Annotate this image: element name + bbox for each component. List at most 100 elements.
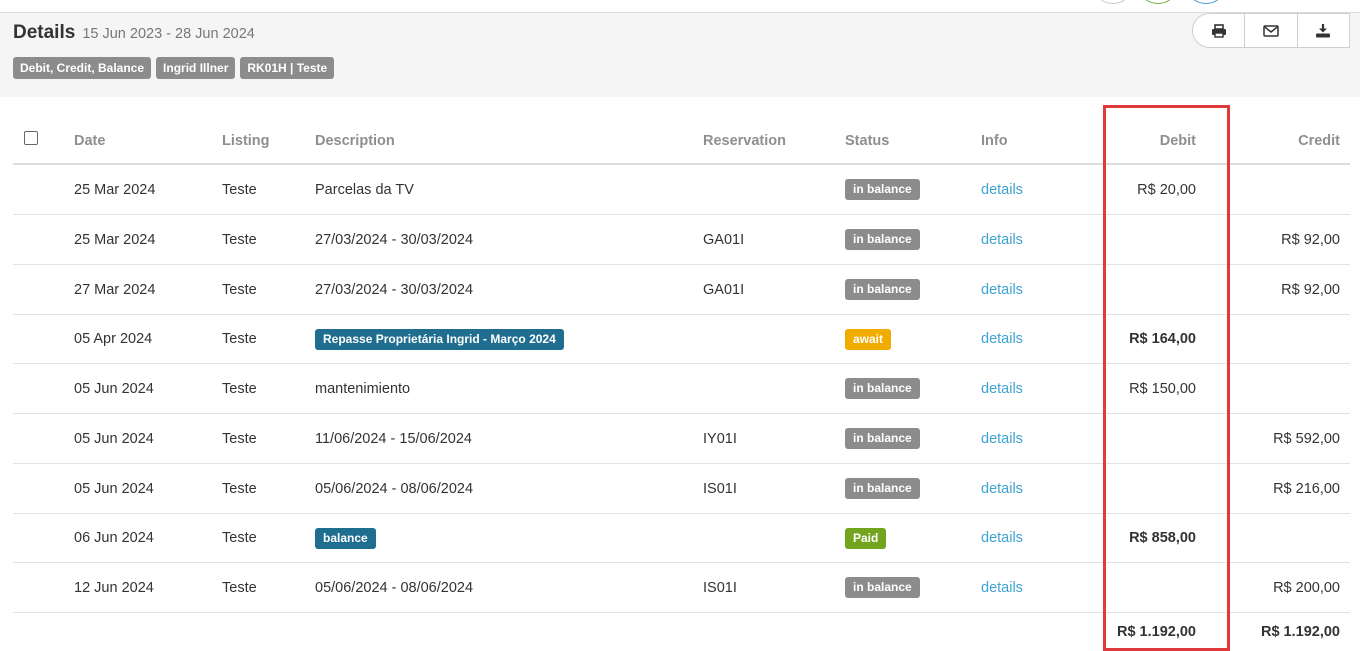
description-text: 27/03/2024 - 30/03/2024 [315, 231, 474, 248]
status-badge: in balance [845, 378, 920, 399]
row-description: balance [315, 514, 376, 562]
top-icon-3[interactable] [1189, 0, 1223, 4]
row-credit: R$ 592,00 [1273, 430, 1340, 447]
row-info: details [981, 514, 1023, 562]
filter-tag-type[interactable]: Debit, Credit, Balance [13, 57, 152, 79]
row-status: await [845, 315, 892, 363]
details-link[interactable]: details [981, 530, 1023, 546]
status-badge: in balance [845, 229, 920, 250]
column-header-credit[interactable]: Credit [1298, 133, 1340, 149]
row-listing: Teste [222, 380, 257, 397]
row-reservation: IY01I [703, 430, 737, 447]
details-link[interactable]: details [981, 282, 1023, 298]
status-badge: in balance [845, 279, 920, 300]
status-badge: in balance [845, 179, 920, 200]
print-button[interactable] [1193, 14, 1244, 47]
row-debit: R$ 150,00 [1129, 380, 1196, 397]
row-listing: Teste [222, 181, 257, 198]
download-button[interactable] [1296, 14, 1349, 47]
table-row[interactable]: 05 Jun 2024 Teste 05/06/2024 - 08/06/2024 I… [13, 464, 1350, 514]
filter-tag-listing[interactable]: RK01H | Teste [240, 57, 335, 79]
row-status: in balance [845, 215, 920, 264]
column-header-date[interactable]: Date [74, 133, 105, 149]
details-link[interactable]: details [981, 331, 1023, 347]
description-label[interactable]: Repasse Proprietária Ingrid - Março 2024 [315, 328, 564, 350]
description-text: 05/06/2024 - 08/06/2024 [315, 480, 474, 497]
table-row[interactable]: 05 Jun 2024 Teste 11/06/2024 - 15/06/2024 I… [13, 414, 1350, 464]
row-date: 27 Mar 2024 [74, 281, 156, 298]
details-link[interactable]: details [981, 232, 1023, 248]
date-range: 15 Jun 2023 - 28 Jun 2024 [82, 26, 255, 42]
description-text: Parcelas da TV [315, 181, 414, 198]
row-description: Parcelas da TV [315, 165, 414, 214]
row-status: in balance [845, 414, 920, 463]
row-listing: Teste [222, 331, 257, 347]
row-status: in balance [845, 563, 920, 612]
row-credit: R$ 92,00 [1281, 281, 1340, 298]
row-listing: Teste [222, 231, 257, 248]
row-info: details [981, 563, 1023, 612]
filter-tag-owner[interactable]: Ingrid Illner [156, 57, 236, 79]
row-date: 12 Jun 2024 [74, 579, 154, 596]
column-header-listing[interactable]: Listing [222, 133, 270, 149]
row-info: details [981, 315, 1023, 363]
row-listing: Teste [222, 530, 257, 546]
row-info: details [981, 265, 1023, 314]
row-reservation: IS01I [703, 480, 737, 497]
table-row[interactable]: 25 Mar 2024 Teste Parcelas da TV in balance… [13, 165, 1350, 215]
row-description: 05/06/2024 - 08/06/2024 [315, 563, 473, 612]
column-header-status[interactable]: Status [845, 133, 889, 149]
table-row[interactable]: 25 Mar 2024 Teste 27/03/2024 - 30/03/2024 G… [13, 215, 1350, 265]
column-header-description[interactable]: Description [315, 133, 395, 149]
status-badge: await [845, 328, 892, 350]
status-badge: in balance [845, 478, 920, 499]
row-debit: R$ 164,00 [1129, 331, 1196, 347]
row-description: 05/06/2024 - 08/06/2024 [315, 464, 473, 513]
row-info: details [981, 215, 1023, 264]
row-description: Repasse Proprietária Ingrid - Março 2024 [315, 315, 564, 363]
table-row[interactable]: 06 Jun 2024 Teste balance Paid details R$ 858… [13, 514, 1350, 563]
row-status: in balance [845, 165, 920, 214]
description-text: mantenimiento [315, 380, 411, 397]
row-status: Paid [845, 514, 887, 562]
row-description: mantenimiento [315, 364, 410, 413]
email-button[interactable] [1244, 14, 1296, 47]
details-link[interactable]: details [981, 580, 1023, 596]
column-header-reservation[interactable]: Reservation [703, 133, 786, 149]
table-row[interactable]: 12 Jun 2024 Teste 05/06/2024 - 08/06/2024 I… [13, 563, 1350, 613]
row-date: 05 Jun 2024 [74, 380, 154, 397]
row-info: details [981, 165, 1023, 214]
column-header-info[interactable]: Info [981, 133, 1008, 149]
table-row[interactable]: 05 Jun 2024 Teste mantenimiento in balance d… [13, 364, 1350, 414]
row-reservation: IS01I [703, 579, 737, 596]
row-description: 27/03/2024 - 30/03/2024 [315, 215, 473, 264]
row-date: 05 Jun 2024 [74, 430, 154, 447]
description-text: 11/06/2024 - 15/06/2024 [315, 430, 472, 447]
row-listing: Teste [222, 430, 257, 447]
details-link[interactable]: details [981, 182, 1023, 198]
row-listing: Teste [222, 480, 257, 497]
envelope-icon [1263, 24, 1279, 37]
row-date: 05 Apr 2024 [74, 331, 153, 347]
top-icon-1[interactable] [1096, 0, 1130, 4]
total-debit: R$ 1.192,00 [1116, 624, 1196, 640]
row-status: in balance [845, 265, 920, 314]
column-header-debit[interactable]: Debit [1160, 133, 1196, 149]
select-all-checkbox[interactable] [24, 131, 38, 145]
description-label[interactable]: balance [315, 527, 376, 549]
row-credit: R$ 200,00 [1273, 579, 1340, 596]
table-row[interactable]: 27 Mar 2024 Teste 27/03/2024 - 30/03/2024 G… [13, 265, 1350, 315]
table-row[interactable]: 05 Apr 2024 Teste Repasse Proprietária Ing… [13, 315, 1350, 364]
row-credit: R$ 216,00 [1273, 480, 1340, 497]
status-badge: in balance [845, 428, 920, 449]
row-credit: R$ 92,00 [1281, 231, 1340, 248]
row-debit: R$ 20,00 [1137, 181, 1196, 198]
status-badge: Paid [845, 527, 887, 549]
top-icon-2[interactable] [1141, 0, 1175, 4]
details-link[interactable]: details [981, 381, 1023, 397]
details-link[interactable]: details [981, 481, 1023, 497]
download-icon [1316, 23, 1331, 37]
details-link[interactable]: details [981, 431, 1023, 447]
totals-row: R$ 1.192,00 R$ 1.192,00 [13, 613, 1350, 651]
row-description: 11/06/2024 - 15/06/2024 [315, 414, 472, 463]
